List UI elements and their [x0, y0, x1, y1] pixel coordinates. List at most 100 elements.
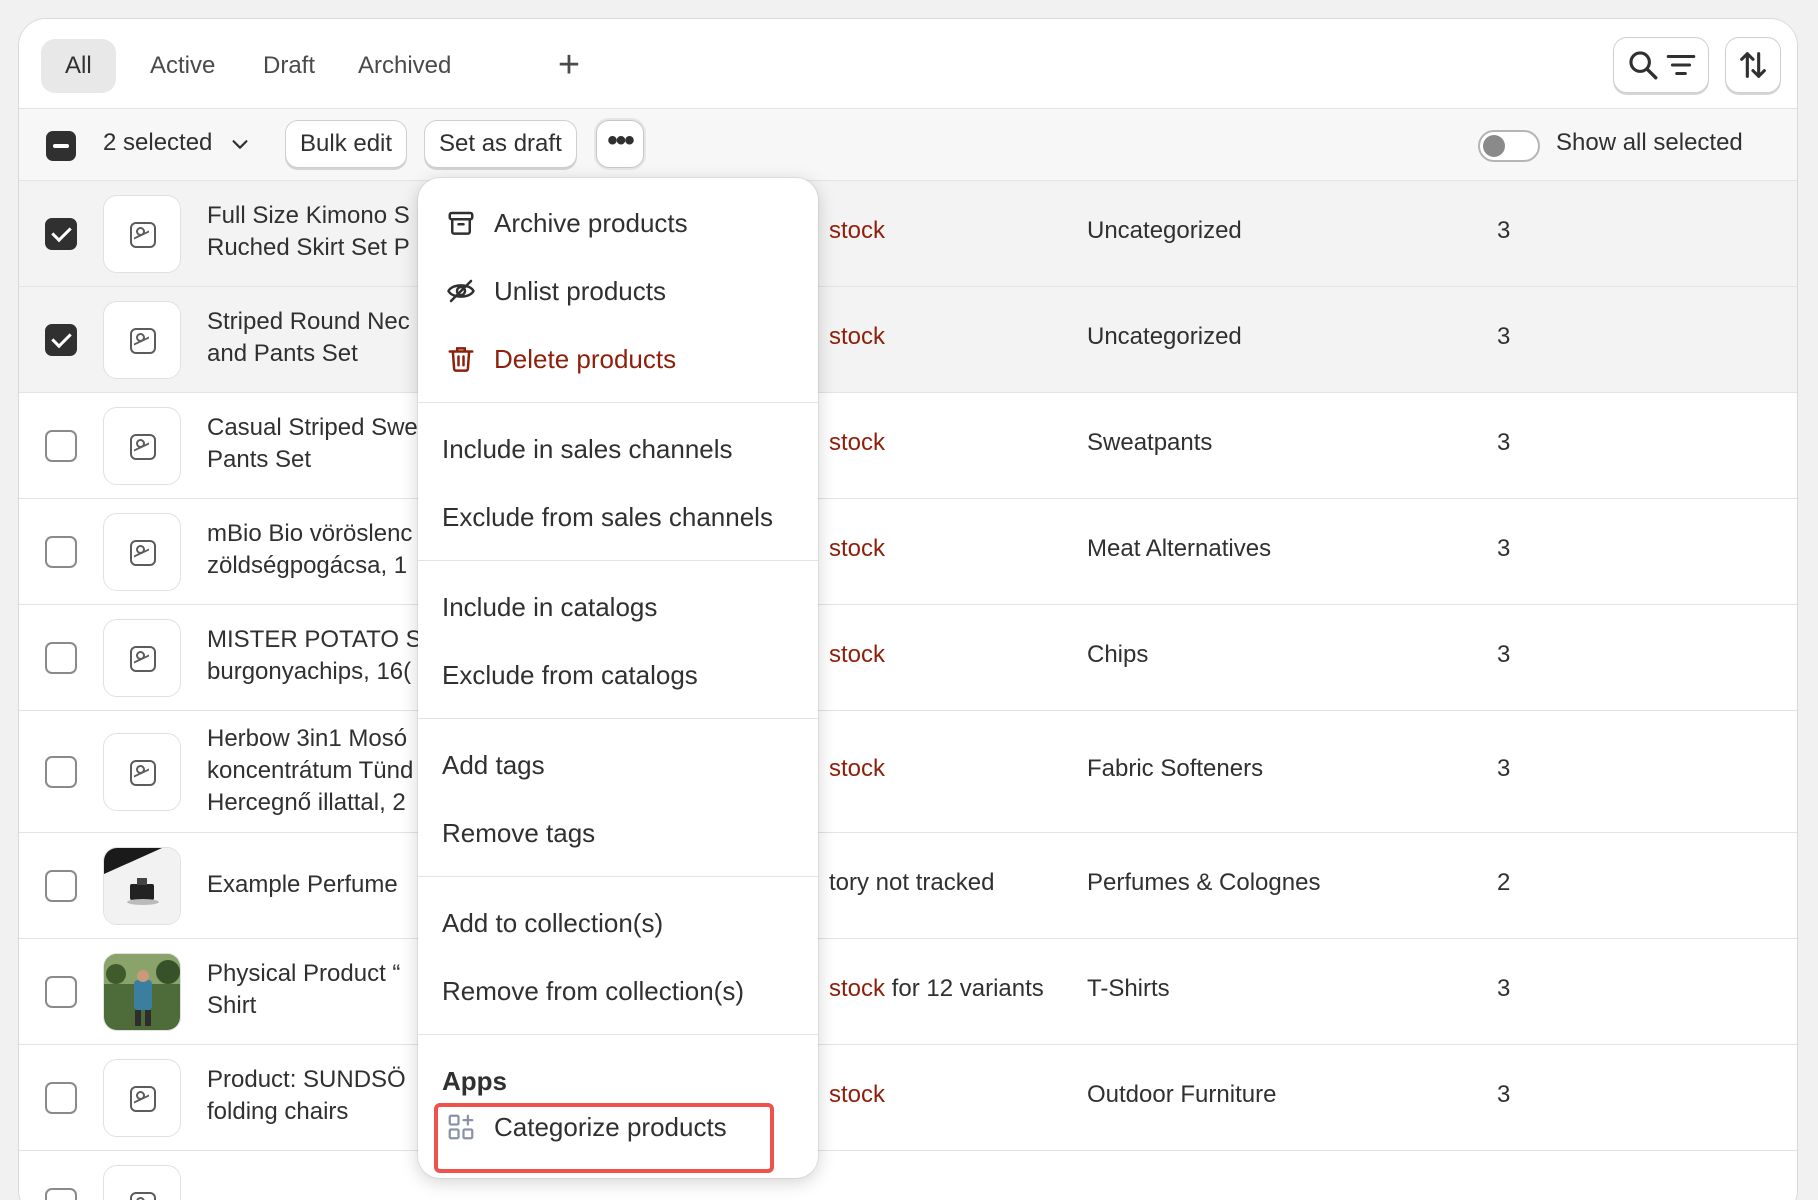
product-name[interactable]: Herbow 3in1 Mosó koncentrátum Tünd Herce…	[207, 723, 437, 819]
shirt-photo-image	[104, 954, 180, 1030]
table-row[interactable]: Example Perfume tory not tracked Perfume…	[19, 833, 1797, 939]
table-row[interactable]: Herbow 3in1 Mosó koncentrátum Tünd Herce…	[19, 711, 1797, 833]
eye-off-icon	[447, 279, 475, 303]
product-name[interactable]: Example Perfume	[207, 869, 437, 901]
product-name[interactable]: Physical Product “ Shirt	[207, 958, 437, 1022]
show-all-selected-label: Show all selected	[1556, 129, 1743, 156]
remove-tags-item[interactable]: Remove tags	[442, 818, 595, 849]
selected-count-dropdown[interactable]: 2 selected	[103, 129, 251, 157]
table-row[interactable]	[19, 1151, 1797, 1200]
tab-all[interactable]: All	[41, 39, 116, 93]
product-thumbnail	[103, 195, 181, 273]
product-thumbnail	[103, 513, 181, 591]
remove-from-collection-item[interactable]: Remove from collection(s)	[442, 976, 744, 1007]
product-category: T-Shirts	[1087, 975, 1170, 1002]
add-to-collection-item[interactable]: Add to collection(s)	[442, 908, 663, 939]
product-count: 3	[1497, 755, 1511, 782]
product-name-line: zöldségpogácsa, 1	[207, 552, 408, 579]
image-placeholder-icon	[130, 434, 156, 460]
sort-button[interactable]	[1725, 37, 1781, 93]
trash-icon	[448, 347, 474, 372]
product-name[interactable]: mBio Bio vöröslenc zöldségpogácsa, 1	[207, 518, 437, 582]
highlight-box	[434, 1103, 774, 1173]
add-tags-item[interactable]: Add tags	[442, 750, 545, 781]
product-category: Uncategorized	[1087, 323, 1242, 350]
product-name[interactable]: MISTER POTATO S burgonyachips, 16(	[207, 624, 437, 688]
inventory-status: stock	[829, 641, 885, 669]
inventory-status: stock	[829, 755, 885, 783]
add-view-button[interactable]: +	[542, 39, 596, 93]
product-name-line: mBio Bio vöröslenc	[207, 520, 413, 547]
product-name-line: Pants Set	[207, 446, 312, 473]
product-category: Uncategorized	[1087, 217, 1242, 244]
include-catalogs-item[interactable]: Include in catalogs	[442, 592, 657, 623]
show-all-selected-toggle[interactable]	[1478, 130, 1540, 162]
product-count: 3	[1497, 429, 1511, 456]
bulk-edit-button[interactable]: Bulk edit	[285, 120, 408, 168]
menu-divider	[418, 718, 818, 719]
row-checkbox[interactable]	[45, 536, 77, 568]
inventory-status: tory not tracked	[829, 869, 994, 897]
row-checkbox[interactable]	[45, 756, 77, 788]
product-category: Fabric Softeners	[1087, 755, 1264, 782]
image-placeholder-icon	[130, 760, 156, 786]
exclude-catalogs-item[interactable]: Exclude from catalogs	[442, 660, 698, 691]
menu-divider	[418, 1034, 818, 1035]
row-checkbox[interactable]	[45, 870, 77, 902]
menu-divider	[418, 402, 818, 403]
row-checkbox[interactable]	[45, 642, 77, 674]
product-thumbnail	[103, 733, 181, 811]
product-count: 2	[1497, 869, 1511, 896]
product-name-line: Casual Striped Swe	[207, 414, 418, 441]
table-row[interactable]: MISTER POTATO S burgonyachips, 16( stock…	[19, 605, 1797, 711]
inventory-status-text: stock	[829, 1081, 886, 1108]
product-name[interactable]: Product: SUNDSÖ folding chairs	[207, 1064, 437, 1128]
row-checkbox[interactable]	[45, 324, 77, 356]
product-thumbnail-shirt	[103, 953, 181, 1031]
product-name-line: Hercegnő illattal, 2	[207, 789, 406, 816]
row-checkbox[interactable]	[45, 218, 77, 250]
selected-count-label: 2 selected	[103, 129, 213, 156]
set-as-draft-button[interactable]: Set as draft	[424, 120, 577, 168]
apps-section-header: Apps	[442, 1066, 507, 1096]
archive-products-item[interactable]: Archive products	[494, 208, 688, 239]
row-checkbox[interactable]	[45, 976, 77, 1008]
product-name[interactable]: Striped Round Nec and Pants Set	[207, 306, 437, 370]
inventory-status-text: stock	[829, 429, 886, 456]
tab-draft[interactable]: Draft	[239, 39, 339, 93]
table-row[interactable]: Product: SUNDSÖ folding chairs stock Out…	[19, 1045, 1797, 1151]
product-name[interactable]: Full Size Kimono S Ruched Skirt Set P	[207, 200, 437, 264]
table-row[interactable]: Casual Striped Swe Pants Set stock Sweat…	[19, 393, 1797, 499]
table-row[interactable]: Physical Product “ Shirt stock for 12 va…	[19, 939, 1797, 1045]
row-checkbox[interactable]	[45, 1082, 77, 1114]
product-thumbnail	[103, 1165, 181, 1200]
product-name-line: burgonyachips, 16(	[207, 658, 412, 685]
table-row[interactable]: mBio Bio vöröslenc zöldségpogácsa, 1 sto…	[19, 499, 1797, 605]
image-placeholder-icon	[130, 1192, 156, 1200]
include-sales-channels-item[interactable]: Include in sales channels	[442, 434, 733, 465]
table-row[interactable]: Full Size Kimono S Ruched Skirt Set P st…	[19, 181, 1797, 287]
more-actions-button[interactable]: •••	[596, 120, 644, 168]
select-all-checkbox[interactable]	[46, 131, 76, 161]
inventory-status-text: stock	[829, 755, 886, 782]
inventory-status-text: stock	[829, 641, 886, 668]
tab-archived[interactable]: Archived	[334, 39, 475, 93]
unlist-products-item[interactable]: Unlist products	[494, 276, 666, 307]
product-name-line: koncentrátum Tünd	[207, 757, 414, 784]
tabs-bar: All Active Draft Archived +	[19, 19, 1797, 109]
tab-active[interactable]: Active	[126, 39, 239, 93]
table-row[interactable]: Striped Round Nec and Pants Set stock Un…	[19, 287, 1797, 393]
product-thumbnail	[103, 1059, 181, 1137]
products-card: All Active Draft Archived + 2 selected B…	[18, 18, 1798, 1200]
product-category: Chips	[1087, 641, 1149, 668]
image-placeholder-icon	[130, 540, 156, 566]
delete-products-item[interactable]: Delete products	[494, 344, 676, 375]
search-filter-button[interactable]	[1613, 37, 1709, 93]
image-placeholder-icon	[130, 646, 156, 672]
exclude-sales-channels-item[interactable]: Exclude from sales channels	[442, 502, 773, 533]
product-name-line: folding chairs	[207, 1098, 349, 1125]
row-checkbox[interactable]	[45, 1188, 77, 1200]
product-name[interactable]: Casual Striped Swe Pants Set	[207, 412, 437, 476]
inventory-status: stock	[829, 1081, 885, 1109]
row-checkbox[interactable]	[45, 430, 77, 462]
